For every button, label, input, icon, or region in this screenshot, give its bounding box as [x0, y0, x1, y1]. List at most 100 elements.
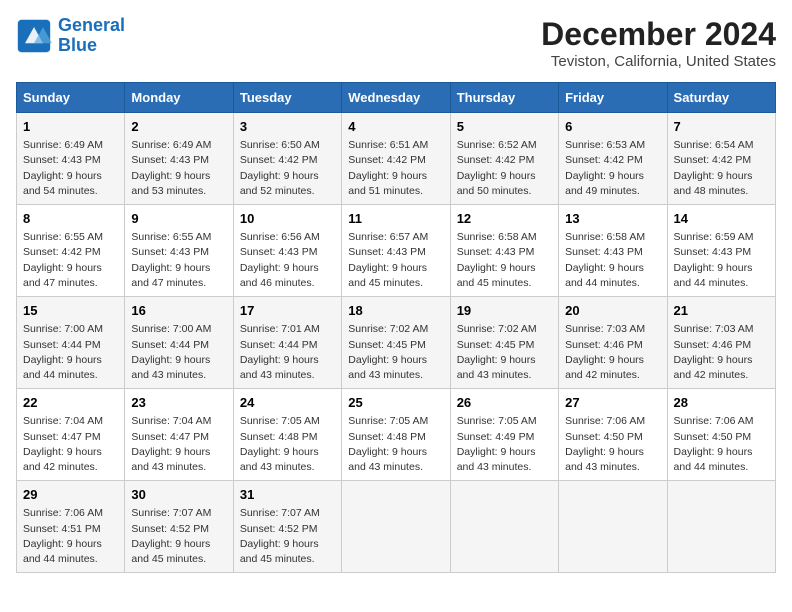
- calendar-cell: 14 Sunrise: 6:59 AMSunset: 4:43 PMDayligh…: [667, 205, 775, 297]
- logo: General Blue: [16, 16, 125, 56]
- day-info: Sunrise: 6:52 AMSunset: 4:42 PMDaylight:…: [457, 138, 552, 199]
- calendar-cell: 28 Sunrise: 7:06 AMSunset: 4:50 PMDayligh…: [667, 389, 775, 481]
- header-cell-tuesday: Tuesday: [233, 83, 341, 113]
- day-info: Sunrise: 6:54 AMSunset: 4:42 PMDaylight:…: [674, 138, 769, 199]
- calendar-cell: 16 Sunrise: 7:00 AMSunset: 4:44 PMDayligh…: [125, 297, 233, 389]
- day-info: Sunrise: 6:49 AMSunset: 4:43 PMDaylight:…: [131, 138, 226, 199]
- calendar-cell: 21 Sunrise: 7:03 AMSunset: 4:46 PMDayligh…: [667, 297, 775, 389]
- header-cell-saturday: Saturday: [667, 83, 775, 113]
- day-number: 27: [565, 394, 660, 412]
- calendar-cell: 9Sunrise: 6:55 AMSunset: 4:43 PMDaylight…: [125, 205, 233, 297]
- calendar-cell: 13 Sunrise: 6:58 AMSunset: 4:43 PMDayligh…: [559, 205, 667, 297]
- day-info: Sunrise: 6:57 AMSunset: 4:43 PMDaylight:…: [348, 230, 443, 291]
- calendar-cell: 25 Sunrise: 7:05 AMSunset: 4:48 PMDayligh…: [342, 389, 450, 481]
- day-info: Sunrise: 7:01 AMSunset: 4:44 PMDaylight:…: [240, 322, 335, 383]
- day-number: 9: [131, 210, 226, 228]
- day-info: Sunrise: 7:04 AMSunset: 4:47 PMDaylight:…: [23, 414, 118, 475]
- page-title: December 2024: [541, 16, 776, 53]
- header-cell-thursday: Thursday: [450, 83, 558, 113]
- day-number: 14: [674, 210, 769, 228]
- calendar-cell: 24Sunrise: 7:05 AMSunset: 4:48 PMDayligh…: [233, 389, 341, 481]
- day-number: 17: [240, 302, 335, 320]
- day-info: Sunrise: 6:50 AMSunset: 4:42 PMDaylight:…: [240, 138, 335, 199]
- day-info: Sunrise: 6:58 AMSunset: 4:43 PMDaylight:…: [565, 230, 660, 291]
- calendar-header: SundayMondayTuesdayWednesdayThursdayFrid…: [17, 83, 776, 113]
- day-info: Sunrise: 6:53 AMSunset: 4:42 PMDaylight:…: [565, 138, 660, 199]
- day-info: Sunrise: 7:00 AMSunset: 4:44 PMDaylight:…: [131, 322, 226, 383]
- header-cell-wednesday: Wednesday: [342, 83, 450, 113]
- calendar-cell: 29Sunrise: 7:06 AMSunset: 4:51 PMDayligh…: [17, 481, 125, 573]
- calendar-table: SundayMondayTuesdayWednesdayThursdayFrid…: [16, 82, 776, 573]
- calendar-cell: 12 Sunrise: 6:58 AMSunset: 4:43 PMDayligh…: [450, 205, 558, 297]
- calendar-week-4: 22 Sunrise: 7:04 AMSunset: 4:47 PMDayligh…: [17, 389, 776, 481]
- day-number: 25: [348, 394, 443, 412]
- calendar-week-3: 15Sunrise: 7:00 AMSunset: 4:44 PMDayligh…: [17, 297, 776, 389]
- calendar-cell: 26 Sunrise: 7:05 AMSunset: 4:49 PMDayligh…: [450, 389, 558, 481]
- day-number: 16: [131, 302, 226, 320]
- header-cell-friday: Friday: [559, 83, 667, 113]
- day-number: 11: [348, 210, 443, 228]
- day-number: 2: [131, 118, 226, 136]
- logo-icon: [16, 18, 52, 54]
- calendar-cell: 2 Sunrise: 6:49 AMSunset: 4:43 PMDaylight…: [125, 113, 233, 205]
- calendar-cell: [342, 481, 450, 573]
- day-number: 5: [457, 118, 552, 136]
- day-info: Sunrise: 7:02 AMSunset: 4:45 PMDaylight:…: [348, 322, 443, 383]
- day-info: Sunrise: 7:06 AMSunset: 4:50 PMDaylight:…: [565, 414, 660, 475]
- calendar-cell: 15Sunrise: 7:00 AMSunset: 4:44 PMDayligh…: [17, 297, 125, 389]
- day-number: 22: [23, 394, 118, 412]
- day-number: 21: [674, 302, 769, 320]
- calendar-cell: 11 Sunrise: 6:57 AMSunset: 4:43 PMDayligh…: [342, 205, 450, 297]
- calendar-week-2: 8 Sunrise: 6:55 AMSunset: 4:42 PMDaylight…: [17, 205, 776, 297]
- calendar-cell: 4Sunrise: 6:51 AMSunset: 4:42 PMDaylight…: [342, 113, 450, 205]
- day-number: 8: [23, 210, 118, 228]
- title-block: December 2024 Teviston, California, Unit…: [541, 16, 776, 70]
- day-info: Sunrise: 7:05 AMSunset: 4:49 PMDaylight:…: [457, 414, 552, 475]
- day-info: Sunrise: 7:02 AMSunset: 4:45 PMDaylight:…: [457, 322, 552, 383]
- day-info: Sunrise: 6:55 AMSunset: 4:42 PMDaylight:…: [23, 230, 118, 291]
- calendar-cell: 18Sunrise: 7:02 AMSunset: 4:45 PMDayligh…: [342, 297, 450, 389]
- day-number: 13: [565, 210, 660, 228]
- calendar-cell: 8 Sunrise: 6:55 AMSunset: 4:42 PMDaylight…: [17, 205, 125, 297]
- calendar-cell: [450, 481, 558, 573]
- day-info: Sunrise: 7:07 AMSunset: 4:52 PMDaylight:…: [131, 506, 226, 567]
- day-info: Sunrise: 6:51 AMSunset: 4:42 PMDaylight:…: [348, 138, 443, 199]
- day-info: Sunrise: 6:59 AMSunset: 4:43 PMDaylight:…: [674, 230, 769, 291]
- calendar-week-1: 1 Sunrise: 6:49 AMSunset: 4:43 PMDaylight…: [17, 113, 776, 205]
- day-number: 31: [240, 486, 335, 504]
- page-subtitle: Teviston, California, United States: [541, 53, 776, 70]
- day-number: 20: [565, 302, 660, 320]
- day-number: 30: [131, 486, 226, 504]
- day-info: Sunrise: 7:04 AMSunset: 4:47 PMDaylight:…: [131, 414, 226, 475]
- calendar-cell: 5 Sunrise: 6:52 AMSunset: 4:42 PMDaylight…: [450, 113, 558, 205]
- day-number: 24: [240, 394, 335, 412]
- calendar-cell: [667, 481, 775, 573]
- day-info: Sunrise: 6:58 AMSunset: 4:43 PMDaylight:…: [457, 230, 552, 291]
- calendar-cell: 30 Sunrise: 7:07 AMSunset: 4:52 PMDayligh…: [125, 481, 233, 573]
- header-cell-monday: Monday: [125, 83, 233, 113]
- day-number: 26: [457, 394, 552, 412]
- calendar-cell: 23 Sunrise: 7:04 AMSunset: 4:47 PMDayligh…: [125, 389, 233, 481]
- logo-blue: Blue: [58, 35, 97, 55]
- day-number: 1: [23, 118, 118, 136]
- day-info: Sunrise: 7:03 AMSunset: 4:46 PMDaylight:…: [565, 322, 660, 383]
- page-header: General Blue December 2024 Teviston, Cal…: [16, 16, 776, 70]
- calendar-cell: [559, 481, 667, 573]
- calendar-week-5: 29Sunrise: 7:06 AMSunset: 4:51 PMDayligh…: [17, 481, 776, 573]
- logo-text: General Blue: [58, 16, 125, 56]
- logo-general: General: [58, 15, 125, 35]
- calendar-cell: 6Sunrise: 6:53 AMSunset: 4:42 PMDaylight…: [559, 113, 667, 205]
- day-number: 23: [131, 394, 226, 412]
- day-number: 28: [674, 394, 769, 412]
- day-info: Sunrise: 7:05 AMSunset: 4:48 PMDaylight:…: [348, 414, 443, 475]
- day-number: 12: [457, 210, 552, 228]
- calendar-cell: 31Sunrise: 7:07 AMSunset: 4:52 PMDayligh…: [233, 481, 341, 573]
- calendar-cell: 1Sunrise: 6:49 AMSunset: 4:43 PMDaylight…: [17, 113, 125, 205]
- header-cell-sunday: Sunday: [17, 83, 125, 113]
- day-info: Sunrise: 7:03 AMSunset: 4:46 PMDaylight:…: [674, 322, 769, 383]
- calendar-cell: 19Sunrise: 7:02 AMSunset: 4:45 PMDayligh…: [450, 297, 558, 389]
- day-number: 10: [240, 210, 335, 228]
- day-info: Sunrise: 7:06 AMSunset: 4:51 PMDaylight:…: [23, 506, 118, 567]
- day-number: 7: [674, 118, 769, 136]
- day-info: Sunrise: 7:06 AMSunset: 4:50 PMDaylight:…: [674, 414, 769, 475]
